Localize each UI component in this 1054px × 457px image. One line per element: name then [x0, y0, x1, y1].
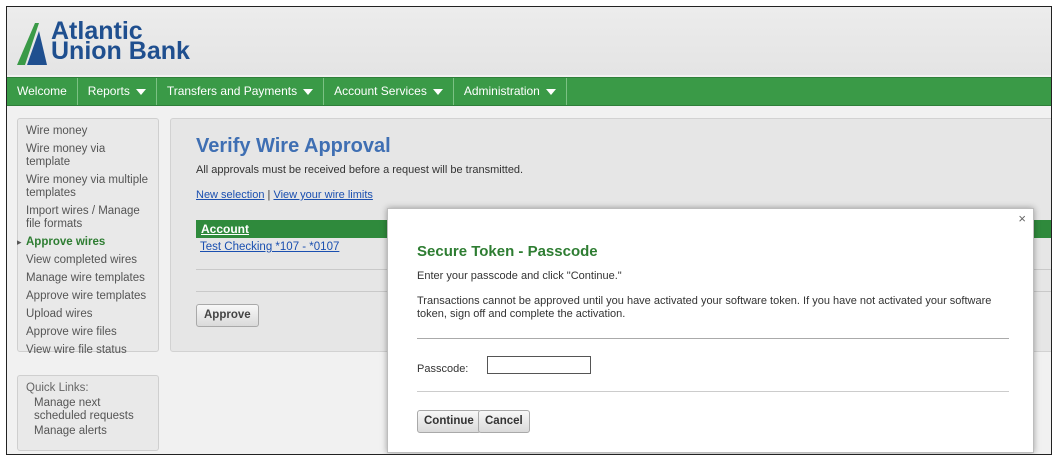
sidebar-item-approve-wire-files[interactable]: Approve wire files: [26, 326, 150, 339]
sidebar-item-view-completed-wires[interactable]: View completed wires: [26, 254, 150, 267]
nav-transfers-and-payments[interactable]: Transfers and Payments: [157, 78, 325, 105]
caret-down-icon: [135, 88, 146, 95]
quick-link-manage-alerts[interactable]: Manage alerts: [34, 425, 150, 438]
caret-down-icon: [303, 88, 314, 95]
sidebar-item-manage-wire-templates[interactable]: Manage wire templates: [26, 272, 150, 285]
sail-logo-icon: [17, 23, 47, 65]
column-header-account[interactable]: Account: [201, 222, 249, 236]
approve-button[interactable]: Approve: [196, 304, 259, 327]
page-title: Verify Wire Approval: [196, 135, 391, 157]
sidebar-item-wire-money-via-template[interactable]: Wire money via template: [26, 143, 150, 169]
sidebar-item-wire-money[interactable]: Wire money: [26, 125, 150, 138]
nav-reports[interactable]: Reports: [78, 78, 157, 105]
quick-links-title: Quick Links:: [26, 382, 89, 394]
view-wire-limits-link[interactable]: View your wire limits: [273, 189, 372, 201]
bank-name-line2: Union Bank: [51, 37, 190, 65]
sidebar-item-wire-money-via-multiple-templates[interactable]: Wire money via multiple templates: [26, 174, 150, 200]
nav-account-services[interactable]: Account Services: [324, 78, 454, 105]
divider: [417, 338, 1009, 339]
header: Atlantic Union Bank: [7, 7, 1051, 75]
nav-label: Reports: [87, 84, 130, 98]
sidebar-item-view-wire-file-status[interactable]: View wire file status: [26, 344, 150, 357]
passcode-label: Passcode:: [417, 363, 469, 375]
sidebar-item-approve-wires[interactable]: Approve wires: [26, 236, 150, 249]
quick-links-panel: Quick Links: Manage next scheduled reque…: [17, 375, 159, 451]
dialog-warning: Transactions cannot be approved until yo…: [417, 295, 992, 320]
passcode-input[interactable]: [487, 356, 591, 374]
nav-label: Welcome: [17, 84, 67, 98]
nav-label: Transfers and Payments: [166, 84, 298, 98]
app-window: Atlantic Union Bank Welcome Reports Tran…: [6, 6, 1052, 455]
sidebar-item-upload-wires[interactable]: Upload wires: [26, 308, 150, 321]
nav-administration[interactable]: Administration: [454, 78, 567, 105]
cancel-button[interactable]: Cancel: [478, 410, 530, 433]
page-subtitle: All approvals must be received before a …: [196, 164, 524, 176]
dialog-title: Secure Token - Passcode: [417, 243, 598, 260]
caret-down-icon: [432, 88, 443, 95]
page-links: New selection | View your wire limits: [196, 189, 373, 201]
quick-link-manage-scheduled[interactable]: Manage next scheduled requests: [34, 397, 150, 423]
bank-logo[interactable]: Atlantic Union Bank: [17, 19, 207, 71]
nav-welcome[interactable]: Welcome: [7, 78, 78, 105]
sidebar-item-import-wires[interactable]: Import wires / Manage file formats: [26, 205, 150, 231]
account-link[interactable]: Test Checking *107 - *0107: [200, 241, 339, 253]
caret-down-icon: [545, 88, 556, 95]
main-nav: Welcome Reports Transfers and Payments A…: [7, 77, 1051, 106]
new-selection-link[interactable]: New selection: [196, 189, 264, 201]
dialog-instruction: Enter your passcode and click "Continue.…: [417, 270, 622, 282]
bank-name: Atlantic Union Bank: [51, 19, 190, 65]
close-icon[interactable]: ×: [1018, 211, 1026, 226]
sidebar-item-approve-wire-templates[interactable]: Approve wire templates: [26, 290, 150, 303]
nav-label: Administration: [463, 84, 540, 98]
nav-label: Account Services: [334, 84, 427, 98]
divider: [417, 391, 1009, 392]
sidebar: Wire money Wire money via template Wire …: [17, 118, 159, 356]
continue-button[interactable]: Continue: [417, 410, 481, 433]
secure-token-dialog: × Secure Token - Passcode Enter your pas…: [387, 208, 1034, 453]
